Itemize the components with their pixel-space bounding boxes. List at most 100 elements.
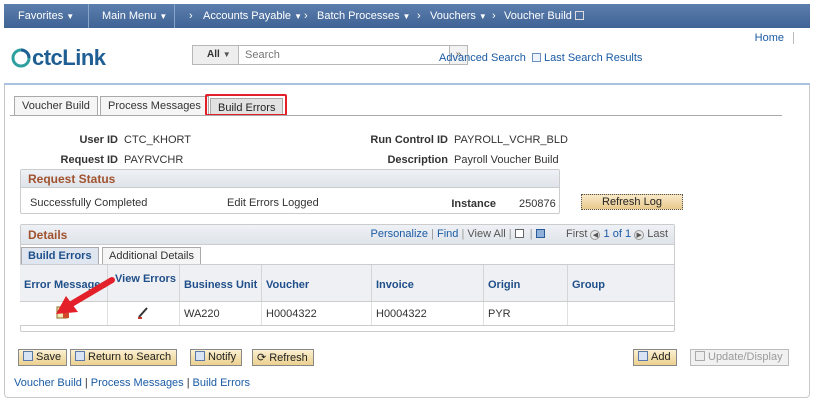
row-range: 1 of 1: [603, 228, 632, 240]
chevron-down-icon: ▼: [222, 50, 231, 59]
favorites-menu[interactable]: Favorites ▼: [18, 10, 74, 22]
request-id-value: PAYRVCHR: [124, 154, 184, 166]
column-header-group: Group: [572, 279, 605, 291]
run-control-id-value: PAYROLL_VCHR_BLD: [454, 134, 568, 146]
add-icon: [638, 351, 648, 361]
refresh-log-button[interactable]: Refresh Log: [581, 194, 683, 210]
view-all-link[interactable]: View All: [467, 228, 505, 240]
grid-tab-build-errors[interactable]: Build Errors: [21, 247, 99, 264]
user-id-value: CTC_KHORT: [124, 134, 192, 146]
notify-button[interactable]: Notify: [190, 349, 243, 366]
update-display-icon: [695, 351, 705, 361]
footer-link-voucher-build[interactable]: Voucher Build: [14, 377, 82, 389]
ctclink-logo[interactable]: ctcLink: [10, 45, 106, 71]
tab-process-messages[interactable]: Process Messages: [100, 96, 209, 115]
breadcrumb-vouchers[interactable]: Vouchers ▼: [430, 10, 487, 22]
highlight-box: [205, 94, 287, 116]
chevron-down-icon: ▼: [159, 12, 168, 21]
grid-tab-label: Additional Details: [109, 250, 194, 262]
header-divider: [793, 32, 794, 44]
global-search: All▼ »: [192, 45, 468, 65]
return-to-search-label: Return to Search: [88, 351, 172, 363]
save-icon: [23, 351, 33, 361]
tab-voucher-build[interactable]: Voucher Build: [14, 96, 98, 115]
breadcrumb-label: Batch Processes: [317, 10, 400, 22]
instance-label: Instance: [451, 198, 496, 210]
refresh-log-label: Refresh Log: [602, 196, 662, 208]
grid-navigation: Personalize | Find | View All | | First …: [370, 228, 668, 240]
personalize-link[interactable]: Personalize: [371, 228, 428, 240]
add-button[interactable]: Add: [633, 349, 677, 366]
instance-value: 250876: [519, 198, 556, 210]
chevron-down-icon: ▼: [66, 12, 75, 21]
notify-label: Notify: [208, 351, 237, 363]
save-label: Save: [36, 351, 62, 363]
tab-label: Process Messages: [108, 100, 201, 112]
return-to-search-button[interactable]: Return to Search: [70, 349, 178, 366]
grid-tab-additional-details[interactable]: Additional Details: [102, 247, 201, 264]
portal-header: ctcLink Home All▼ » Advanced Search Last…: [4, 28, 810, 84]
last-search-results-label: Last Search Results: [544, 52, 643, 64]
add-label: Add: [651, 351, 671, 363]
request-id-label: Request ID: [60, 154, 118, 166]
breadcrumb-batch-processes[interactable]: Batch Processes ▼: [317, 10, 410, 22]
grid-tab-label: Build Errors: [28, 250, 92, 262]
breadcrumb-label: Accounts Payable: [203, 10, 292, 22]
home-link[interactable]: Home: [755, 32, 784, 44]
run-control-id-label: Run Control ID: [370, 134, 448, 146]
update-display-button: Update/Display: [690, 349, 789, 366]
business-unit-cell: WA220: [180, 302, 262, 325]
chevron-down-icon: ▼: [294, 12, 302, 21]
zoom-grid-icon[interactable]: [514, 229, 524, 238]
previous-row-icon[interactable]: ◀: [590, 230, 601, 240]
footer-link-build-errors[interactable]: Build Errors: [193, 377, 250, 389]
search-scope-select[interactable]: All ▼: [193, 46, 239, 64]
request-status-title: Request Status: [21, 170, 559, 188]
origin-cell: PYR: [484, 302, 568, 325]
breadcrumb-separator: ›: [492, 10, 496, 22]
search-results-icon: [532, 53, 541, 62]
advanced-search-link[interactable]: Advanced Search: [439, 52, 526, 64]
update-display-label: Update/Display: [708, 351, 783, 363]
refresh-label: Refresh: [269, 352, 308, 364]
breadcrumb-label: Vouchers: [430, 10, 476, 22]
save-button[interactable]: Save: [18, 349, 68, 366]
main-menu[interactable]: Main Menu ▼: [102, 10, 167, 22]
annotation-arrow-icon: [56, 277, 115, 314]
voucher-cell: H0004322: [262, 302, 372, 325]
refresh-icon: ⟳: [257, 352, 267, 364]
edit-pencil-icon[interactable]: [136, 306, 150, 319]
description-value: Payroll Voucher Build: [454, 154, 559, 166]
last-search-results-link[interactable]: Last Search Results: [532, 52, 642, 64]
column-header-voucher: Voucher: [262, 265, 372, 301]
breadcrumb-label: Voucher Build: [504, 10, 572, 22]
search-input[interactable]: [241, 46, 411, 64]
main-menu-label: Main Menu: [102, 10, 157, 22]
search-scope-label: All: [207, 49, 220, 60]
user-id-label: User ID: [79, 134, 118, 146]
column-header-origin: Origin: [484, 265, 568, 301]
details-title: Details: [28, 228, 68, 242]
footer-links: Voucher Build | Process Messages | Build Err…: [14, 377, 250, 389]
next-row-icon[interactable]: ▶: [634, 230, 645, 240]
favorites-label: Favorites: [18, 10, 64, 22]
last-label: Last: [647, 228, 668, 240]
breadcrumb-separator: ›: [417, 10, 421, 22]
notify-icon: [195, 351, 205, 361]
find-link[interactable]: Find: [437, 228, 458, 240]
invoice-cell: H0004322: [372, 302, 484, 325]
footer-link-process-messages[interactable]: Process Messages: [91, 377, 184, 389]
refresh-button[interactable]: ⟳ Refresh: [252, 349, 314, 366]
distribution-status-value: Edit Errors Logged: [227, 197, 319, 209]
breadcrumb-voucher-build[interactable]: Voucher Build: [504, 10, 587, 22]
column-header-invoice: Invoice: [372, 265, 484, 301]
ctclink-swirl-icon: [11, 48, 31, 68]
breadcrumb-accounts-payable[interactable]: Accounts Payable ▼: [203, 10, 302, 22]
group-cell: [568, 302, 674, 325]
run-status-value: Successfully Completed: [30, 197, 148, 209]
nav-divider: [174, 4, 175, 28]
footer-separator: |: [186, 377, 190, 389]
chevron-down-icon: ▼: [478, 12, 487, 21]
download-excel-icon[interactable]: [535, 229, 545, 238]
breadcrumb-separator: ›: [189, 10, 193, 22]
